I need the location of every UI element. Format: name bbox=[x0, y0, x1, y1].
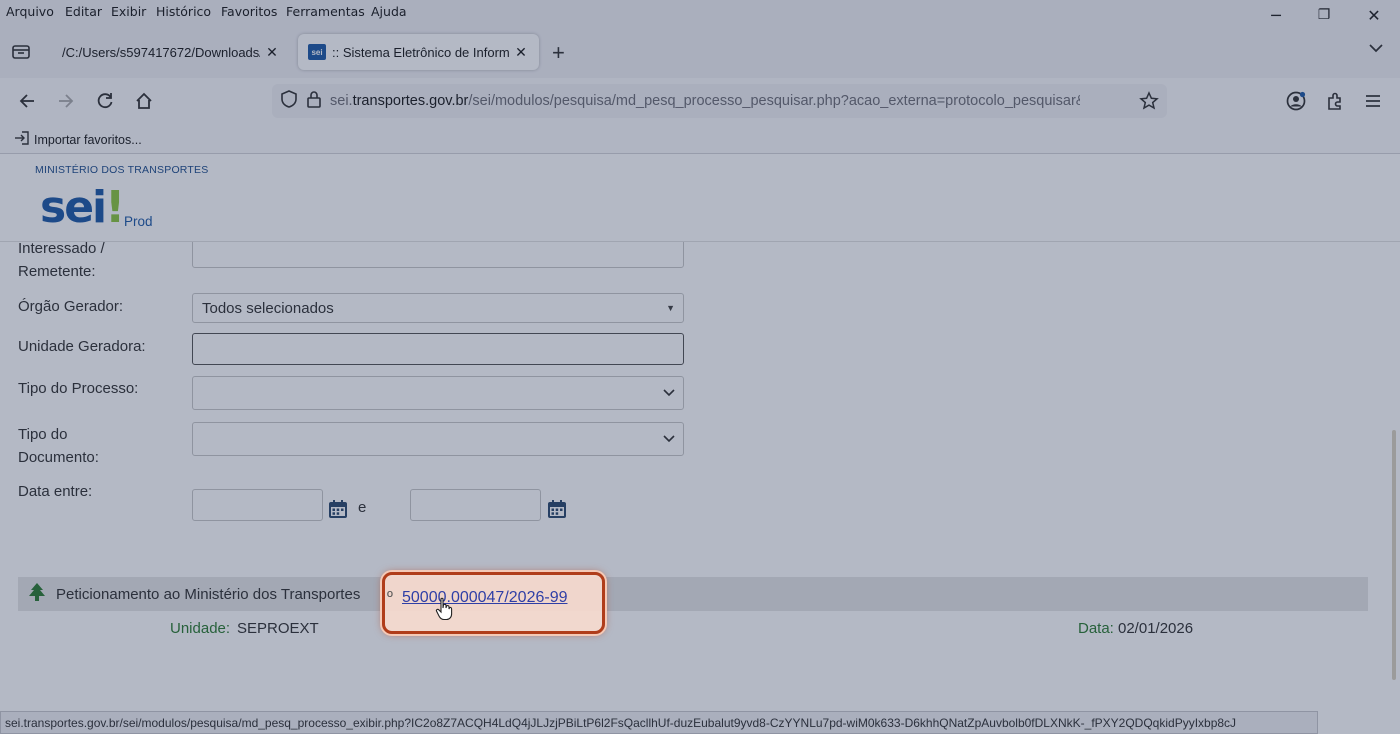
result-title: Peticionamento ao Ministério dos Transpo… bbox=[56, 585, 361, 603]
back-arrow-icon[interactable] bbox=[12, 86, 42, 116]
data-value: 02/01/2026 bbox=[1118, 620, 1194, 637]
url-domain: transportes.gov.br bbox=[352, 93, 469, 109]
documento-label: Documento: bbox=[18, 449, 99, 466]
unidade-label: Unidade: bbox=[170, 620, 231, 637]
import-bookmarks-label: Importar favoritos... bbox=[34, 132, 142, 147]
orgao-gerador-label: Órgão Gerador: bbox=[18, 298, 124, 315]
new-tab-button[interactable]: + bbox=[552, 40, 565, 66]
navigation-bar: sei. transportes.gov.br/sei/modulos/pesqu… bbox=[0, 78, 1400, 124]
extensions-icon[interactable] bbox=[1320, 86, 1350, 116]
sei-logo[interactable]: sei! bbox=[40, 182, 125, 233]
tab-sei[interactable]: sei :: Sistema Eletrônico de Informa ✕ bbox=[298, 34, 539, 70]
tab-bar: /C:/Users/s597417672/Downloads/2 ✕ sei :… bbox=[0, 24, 1400, 78]
data-label: Data: bbox=[1078, 620, 1114, 637]
close-tab-icon[interactable]: ✕ bbox=[513, 44, 529, 61]
menu-arquivo[interactable]: Arquivo bbox=[6, 4, 54, 19]
process-number-link[interactable]: 50000.000047/2026-99 bbox=[402, 589, 568, 607]
calendar-icon[interactable] bbox=[547, 499, 567, 519]
result-header: Peticionamento ao Ministério dos Transpo… bbox=[18, 577, 1368, 611]
menu-favoritos[interactable]: Favoritos bbox=[221, 4, 277, 19]
menu-editar[interactable]: Editar bbox=[65, 4, 102, 19]
menu-ferramentas[interactable]: Ferramentas bbox=[286, 4, 365, 19]
unidade-geradora-label: Unidade Geradora: bbox=[18, 338, 146, 355]
orgao-gerador-select[interactable]: Todos selecionados ▼ bbox=[192, 293, 684, 323]
star-icon[interactable] bbox=[1139, 91, 1159, 115]
data-inicio-input[interactable] bbox=[192, 489, 323, 521]
import-bookmarks-button[interactable]: Importar favoritos... bbox=[14, 130, 142, 149]
account-icon[interactable] bbox=[1281, 86, 1311, 116]
forward-arrow-icon[interactable] bbox=[51, 86, 81, 116]
tab-list-icon[interactable] bbox=[10, 41, 32, 61]
url-prefix: sei. bbox=[330, 93, 353, 109]
chevron-down-icon bbox=[663, 386, 675, 400]
menu-ajuda[interactable]: Ajuda bbox=[371, 4, 407, 19]
unidade-value: SEPROEXT bbox=[237, 620, 319, 637]
hand-cursor-icon bbox=[435, 597, 453, 621]
environment-label: Prod bbox=[124, 214, 153, 229]
status-bar-url: sei.transportes.gov.br/sei/modulos/pesqu… bbox=[0, 711, 1318, 734]
menu-bar: Arquivo Editar Exibir Histórico Favorito… bbox=[0, 0, 1400, 25]
tab-title: /C:/Users/s597417672/Downloads/2 bbox=[62, 44, 260, 60]
tree-icon bbox=[28, 582, 46, 606]
scrollbar-thumb[interactable] bbox=[1392, 430, 1396, 680]
dropdown-arrow-icon: ▼ bbox=[666, 303, 675, 313]
reload-icon[interactable] bbox=[90, 86, 120, 116]
logo-text: sei bbox=[40, 182, 107, 233]
orgao-gerador-value: Todos selecionados bbox=[202, 299, 334, 317]
tipo-processo-select[interactable] bbox=[192, 376, 684, 410]
process-prefix: º bbox=[387, 589, 393, 606]
logo-bang: ! bbox=[105, 182, 125, 233]
chevron-down-icon bbox=[663, 432, 675, 446]
menu-icon[interactable] bbox=[1358, 86, 1388, 116]
url-bar[interactable]: sei. transportes.gov.br/sei/modulos/pesqu… bbox=[272, 84, 1167, 118]
ministry-label: MINISTÉRIO DOS TRANSPORTES bbox=[35, 164, 209, 176]
url-path: /sei/modulos/pesquisa/md_pesq_processo_p… bbox=[468, 93, 1081, 109]
lock-icon[interactable] bbox=[306, 90, 322, 112]
import-icon bbox=[14, 130, 30, 149]
data-separator: e bbox=[358, 499, 367, 516]
highlight-box: º 50000.000047/2026-99 bbox=[382, 572, 605, 634]
interessado-input[interactable] bbox=[192, 238, 684, 268]
remetente-label: Remetente: bbox=[18, 263, 96, 280]
shield-icon[interactable] bbox=[280, 89, 298, 113]
chevron-down-icon[interactable] bbox=[1366, 42, 1386, 61]
menu-historico[interactable]: Histórico bbox=[156, 4, 211, 19]
calendar-icon[interactable] bbox=[328, 499, 348, 519]
tab-downloads[interactable]: /C:/Users/s597417672/Downloads/2 ✕ bbox=[52, 34, 290, 70]
bookmarks-bar: Importar favoritos... bbox=[0, 124, 1400, 154]
menu-exibir[interactable]: Exibir bbox=[111, 4, 146, 19]
web-page: MINISTÉRIO DOS TRANSPORTES sei! Prod Int… bbox=[0, 154, 1400, 734]
tipo-documento-label: Tipo do bbox=[18, 426, 68, 443]
tab-title: :: Sistema Eletrônico de Informa bbox=[332, 44, 509, 60]
home-icon[interactable] bbox=[129, 86, 159, 116]
close-tab-icon[interactable]: ✕ bbox=[264, 44, 280, 61]
data-fim-input[interactable] bbox=[410, 489, 541, 521]
tipo-documento-select[interactable] bbox=[192, 422, 684, 456]
data-entre-label: Data entre: bbox=[18, 483, 93, 500]
sei-favicon-icon: sei bbox=[308, 44, 326, 60]
unidade-geradora-input[interactable] bbox=[192, 333, 684, 365]
tipo-processo-label: Tipo do Processo: bbox=[18, 380, 139, 397]
site-header: MINISTÉRIO DOS TRANSPORTES sei! Prod bbox=[0, 154, 1400, 242]
